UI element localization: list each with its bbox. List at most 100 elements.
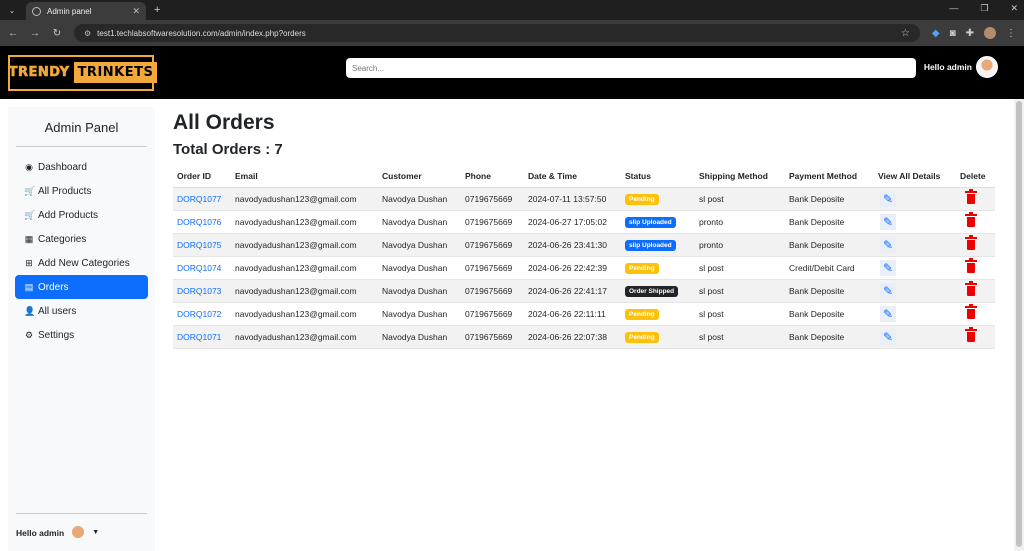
sidebar-user-dropdown[interactable]: Hello admin ▼ (16, 513, 147, 551)
edit-icon[interactable]: ✎ (880, 282, 896, 299)
customer-cell: Navodya Dushan (382, 308, 448, 319)
column-header: Shipping Method (695, 166, 785, 188)
brand-logo[interactable]: TRENDY TRINKETS (8, 54, 158, 91)
reload-icon[interactable]: ↻ (52, 28, 62, 39)
cart-icon: 🛒 (24, 185, 36, 196)
order-id-link[interactable]: DORQ1072 (177, 309, 221, 319)
main-layout: Admin Panel ◉ Dashboard 🛒 All Products 🛒 Add … (0, 99, 1024, 551)
page-scrollbar[interactable] (1014, 99, 1024, 551)
sidebar-title: Admin Panel (16, 107, 147, 147)
trash-icon[interactable] (965, 304, 977, 319)
edit-icon[interactable]: ✎ (880, 328, 896, 345)
plus-square-icon: ⊞ (25, 257, 33, 268)
column-header: Order ID (173, 166, 231, 188)
trash-icon[interactable] (965, 281, 977, 296)
trash-icon[interactable] (965, 212, 977, 227)
table-row: DORQ1075 navodyadushan123@gmail.com Navody… (173, 233, 995, 257)
scrollbar-thumb[interactable] (1016, 101, 1022, 547)
payment-cell: Bank Deposite (789, 216, 845, 227)
customer-cell: Navodya Dushan (382, 331, 448, 342)
sidebar-item-all-users[interactable]: 👤 All users (15, 299, 148, 323)
user-menu[interactable]: Hello admin (924, 56, 998, 78)
site-info-icon[interactable]: ⚙ (84, 29, 91, 38)
phone-cell: 0719675669 (465, 262, 513, 273)
kebab-menu-icon[interactable]: ⋮ (1006, 28, 1016, 39)
payment-cell: Bank Deposite (789, 239, 845, 250)
sidebar-item-label: Add Products (38, 209, 99, 221)
camera-extension-icon[interactable]: ◙ (950, 28, 956, 39)
sidebar-item-add-products[interactable]: 🛒 Add Products (15, 203, 148, 227)
datetime-cell: 2024-06-26 22:07:38 (528, 331, 607, 342)
back-icon[interactable]: ← (8, 28, 18, 39)
minimize-icon[interactable]: — (949, 3, 958, 14)
forward-icon[interactable]: → (30, 28, 40, 39)
url-field[interactable]: ⚙ test1.techlabsoftwaresolution.com/admi… (74, 24, 920, 42)
puzzle-icon[interactable]: ✚ (966, 28, 974, 39)
customer-cell: Navodya Dushan (382, 262, 448, 273)
order-id-link[interactable]: DORQ1076 (177, 217, 221, 227)
sidebar-item-all-products[interactable]: 🛒 All Products (15, 179, 148, 203)
payment-cell: Credit/Debit Card (789, 262, 855, 273)
search-input[interactable] (346, 58, 916, 78)
email-cell: navodyadushan123@gmail.com (235, 331, 357, 342)
avatar (68, 522, 89, 543)
bookmark-star-icon[interactable]: ☆ (901, 28, 910, 39)
edit-icon[interactable]: ✎ (880, 305, 896, 322)
datetime-cell: 2024-06-27 17:05:02 (528, 216, 607, 227)
edit-icon[interactable]: ✎ (880, 236, 896, 253)
datetime-cell: 2024-06-26 22:41:17 (528, 285, 607, 296)
logo-text-right: TRINKETS (73, 62, 158, 83)
phone-cell: 0719675669 (465, 308, 513, 319)
extension-icon[interactable]: ◆ (932, 28, 940, 39)
table-header-row: Order ID Email Customer Phone Date & Time Sta… (173, 166, 995, 188)
payment-cell: Bank Deposite (789, 308, 845, 319)
profile-avatar-icon[interactable] (984, 27, 996, 39)
sidebar-item-orders[interactable]: ▤ Orders (15, 275, 148, 299)
browser-tab[interactable]: Admin panel ✕ (26, 2, 146, 20)
sidebar-item-settings[interactable]: ⚙ Settings (15, 323, 148, 347)
page-title: All Orders (173, 111, 275, 134)
email-cell: navodyadushan123@gmail.com (235, 262, 357, 273)
trash-icon[interactable] (965, 327, 977, 342)
sidebar-item-add-new-categories[interactable]: ⊞ Add New Categories (15, 251, 148, 275)
edit-icon[interactable]: ✎ (880, 213, 896, 230)
sidebar-item-label: Dashboard (38, 161, 87, 173)
status-badge: Pending (625, 262, 659, 274)
order-id-link[interactable]: DORQ1073 (177, 286, 221, 296)
order-id-link[interactable]: DORQ1071 (177, 332, 221, 342)
caret-down-icon: ▼ (92, 529, 100, 536)
table-row: DORQ1073 navodyadushan123@gmail.com Navody… (173, 279, 995, 303)
shipping-cell: sl post (699, 262, 724, 273)
new-tab-icon[interactable]: + (154, 4, 160, 16)
footer-greeting: Hello admin (16, 527, 65, 538)
sidebar-item-label: All Products (38, 185, 92, 197)
shipping-cell: sl post (699, 285, 724, 296)
sidebar-item-dashboard[interactable]: ◉ Dashboard (15, 155, 148, 179)
edit-icon[interactable]: ✎ (880, 259, 896, 276)
close-tab-icon[interactable]: ✕ (132, 6, 140, 17)
orders-table: Order ID Email Customer Phone Date & Time Sta… (173, 166, 995, 349)
trash-icon[interactable] (965, 258, 977, 273)
payment-cell: Bank Deposite (789, 193, 845, 204)
close-window-icon[interactable]: ✕ (1010, 3, 1018, 14)
order-id-link[interactable]: DORQ1074 (177, 263, 221, 273)
sidebar: Admin Panel ◉ Dashboard 🛒 All Products 🛒 Add … (8, 107, 155, 551)
status-badge: Pending (625, 308, 659, 320)
sidebar-item-categories[interactable]: ▦ Categories (15, 227, 148, 251)
shipping-cell: sl post (699, 193, 724, 204)
user-icon: 👤 (24, 305, 36, 316)
edit-icon[interactable]: ✎ (880, 190, 896, 207)
datetime-cell: 2024-06-26 22:11:11 (528, 308, 606, 319)
column-header: Payment Method (785, 166, 874, 188)
trash-icon[interactable] (965, 189, 977, 204)
order-id-link[interactable]: DORQ1077 (177, 194, 221, 204)
shipping-cell: pronto (699, 239, 724, 250)
table-row: DORQ1077 navodyadushan123@gmail.com Navody… (173, 187, 995, 211)
sidebar-item-label: Add New Categories (38, 257, 130, 269)
email-cell: navodyadushan123@gmail.com (235, 193, 357, 204)
trash-icon[interactable] (965, 235, 977, 250)
tab-search-icon[interactable]: ⌄ (6, 4, 18, 16)
sidebar-item-label: Orders (38, 281, 69, 293)
restore-icon[interactable]: ❐ (980, 3, 988, 14)
order-id-link[interactable]: DORQ1075 (177, 240, 221, 250)
